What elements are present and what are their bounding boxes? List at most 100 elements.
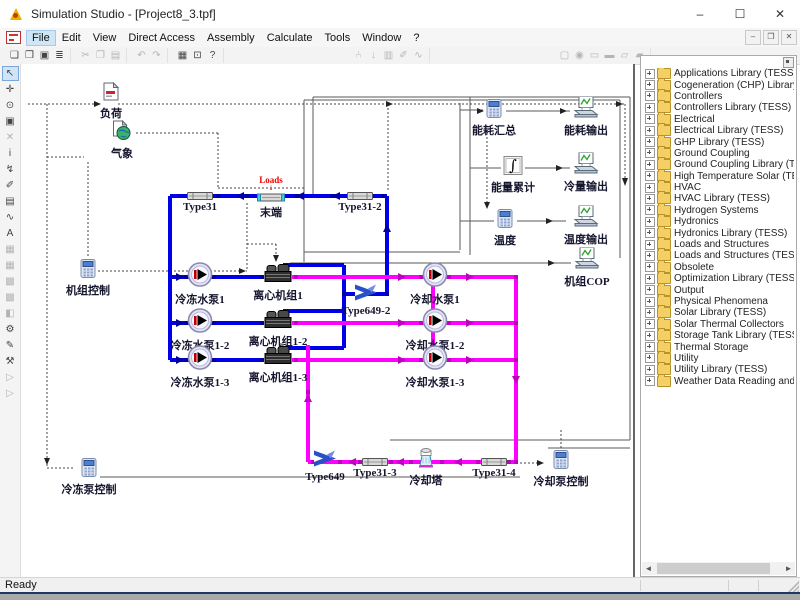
menu-tools[interactable]: Tools [319,30,357,46]
tree-item-physical-phenomena[interactable]: Physical Phenomena [643,296,794,307]
tree-horizontal-scrollbar[interactable]: ◄ ► [642,562,795,575]
expand-icon[interactable] [645,285,655,295]
tree-item-controllers-library-tess[interactable]: Controllers Library (TESS) [643,102,794,113]
tree-item-storage-tank-library-tess[interactable]: Storage Tank Library (TESS) [643,330,794,341]
menu-direct-access[interactable]: Direct Access [122,30,201,46]
connect-tool-icon[interactable]: ↯ [2,162,19,177]
scroll-right-icon[interactable]: ► [782,562,795,575]
expand-icon[interactable] [645,103,655,113]
mdi-close-button[interactable]: ✕ [781,30,797,45]
tree-item-solar-library-tess[interactable]: Solar Library (TESS) [643,307,794,318]
probe-tool-icon[interactable]: ✐ [2,178,19,193]
tree-item-optimization-library-tess[interactable]: Optimization Library (TESS) [643,273,794,284]
maximize-button[interactable]: ☐ [720,0,760,28]
tree-item-obsolete[interactable]: Obsolete [643,262,794,273]
expand-icon[interactable] [645,228,655,238]
pan-tool-icon[interactable]: ✛ [2,82,19,97]
tree-item-hydronics[interactable]: Hydronics [643,216,794,227]
tree-item-ground-coupling[interactable]: Ground Coupling [643,148,794,159]
minimize-button[interactable]: – [680,0,720,28]
tree-item-loads-and-structures[interactable]: Loads and Structures [643,239,794,250]
expand-icon[interactable] [645,205,655,215]
scrollbar-thumb[interactable] [657,563,770,574]
tree-item-high-temperature-solar-tess[interactable]: High Temperature Solar (TESS) [643,171,794,182]
overview-tool-icon[interactable]: ▣ [2,114,19,129]
print-preview-icon[interactable]: ⊡ [190,49,205,63]
expand-icon[interactable] [645,171,655,181]
toolbar-group: ✂❐▤ [75,48,127,63]
mdi-minimize-button[interactable]: – [745,30,761,45]
menu-?[interactable]: ? [407,30,425,46]
tree-item-electrical[interactable]: Electrical [643,114,794,125]
draw-tool-icon[interactable]: ✎ [2,338,19,353]
menu-edit[interactable]: Edit [56,30,87,46]
tree-item-solar-thermal-collectors[interactable]: Solar Thermal Collectors [643,319,794,330]
menu-file[interactable]: File [26,30,56,46]
menu-view[interactable]: View [87,30,123,46]
expand-icon[interactable] [645,194,655,204]
mdi-restore-button[interactable]: ❐ [763,30,779,45]
tree-item-utility-library-tess[interactable]: Utility Library (TESS) [643,364,794,375]
tree-item-loads-and-structures-tess[interactable]: Loads and Structures (TESS) [643,250,794,261]
tree-item-hydronics-library-tess[interactable]: Hydronics Library (TESS) [643,227,794,238]
expand-icon[interactable] [645,251,655,261]
expand-icon[interactable] [645,331,655,341]
print-icon[interactable]: ▦ [175,49,190,63]
tree-item-applications-library-tess[interactable]: Applications Library (TESS) [643,68,794,79]
expand-icon[interactable] [645,114,655,124]
tree-item-controllers[interactable]: Controllers [643,91,794,102]
save-all-icon[interactable]: ≣ [52,49,67,63]
expand-icon[interactable] [645,91,655,101]
expand-icon[interactable] [645,262,655,272]
expand-icon[interactable] [645,137,655,147]
zoom-tool-icon[interactable]: ⊙ [2,98,19,113]
expand-icon[interactable] [645,319,655,329]
tree-item-hvac-library-tess[interactable]: HVAC Library (TESS) [643,193,794,204]
new-icon[interactable]: ❏ [7,49,22,63]
expand-icon[interactable] [645,308,655,318]
help-icon[interactable]: ? [205,49,220,63]
expand-icon[interactable] [645,297,655,307]
expand-icon[interactable] [645,240,655,250]
open-icon[interactable]: ❒ [22,49,37,63]
settings-tool-icon[interactable]: ⚙ [2,322,19,337]
select-tool-icon[interactable]: ↖ [2,66,19,81]
expand-icon[interactable] [645,376,655,386]
build-tool-icon[interactable]: ⚒ [2,354,19,369]
tree-item-utility[interactable]: Utility [643,353,794,364]
panel-pin-button[interactable] [783,57,794,68]
copy-special-tool-icon[interactable]: ▤ [2,194,19,209]
tree-item-output[interactable]: Output [643,284,794,295]
tree-item-hvac[interactable]: HVAC [643,182,794,193]
loads-tag: Loads↓ [259,177,283,191]
text-tool-icon[interactable]: A [2,226,19,241]
menu-calculate[interactable]: Calculate [261,30,319,46]
info-tool-icon[interactable]: i [2,146,19,161]
scroll-left-icon[interactable]: ◄ [642,562,655,575]
expand-icon[interactable] [645,69,655,79]
signal-tool-icon[interactable]: ∿ [2,210,19,225]
tree-item-weather-data-reading-and-process[interactable]: Weather Data Reading and Process [643,376,794,387]
close-button[interactable]: ✕ [760,0,800,28]
tree-item-ground-coupling-library-tess[interactable]: Ground Coupling Library (TESS) [643,159,794,170]
expand-icon[interactable] [645,353,655,363]
save-icon[interactable]: ▣ [37,49,52,63]
expand-icon[interactable] [645,365,655,375]
expand-icon[interactable] [645,160,655,170]
expand-icon[interactable] [645,148,655,158]
resize-grip[interactable] [788,581,799,592]
tree-item-cogeneration-chp-library-tess[interactable]: Cogeneration (CHP) Library (TESS) [643,79,794,90]
menu-assembly[interactable]: Assembly [201,30,261,46]
tree-item-thermal-storage[interactable]: Thermal Storage [643,341,794,352]
document-icon[interactable] [6,31,21,44]
tree-item-electrical-library-tess[interactable]: Electrical Library (TESS) [643,125,794,136]
expand-icon[interactable] [645,183,655,193]
menu-window[interactable]: Window [356,30,407,46]
tree-item-hydrogen-systems[interactable]: Hydrogen Systems [643,205,794,216]
expand-icon[interactable] [645,217,655,227]
expand-icon[interactable] [645,80,655,90]
expand-icon[interactable] [645,342,655,352]
expand-icon[interactable] [645,274,655,284]
expand-icon[interactable] [645,126,655,136]
tree-item-ghp-library-tess[interactable]: GHP Library (TESS) [643,136,794,147]
